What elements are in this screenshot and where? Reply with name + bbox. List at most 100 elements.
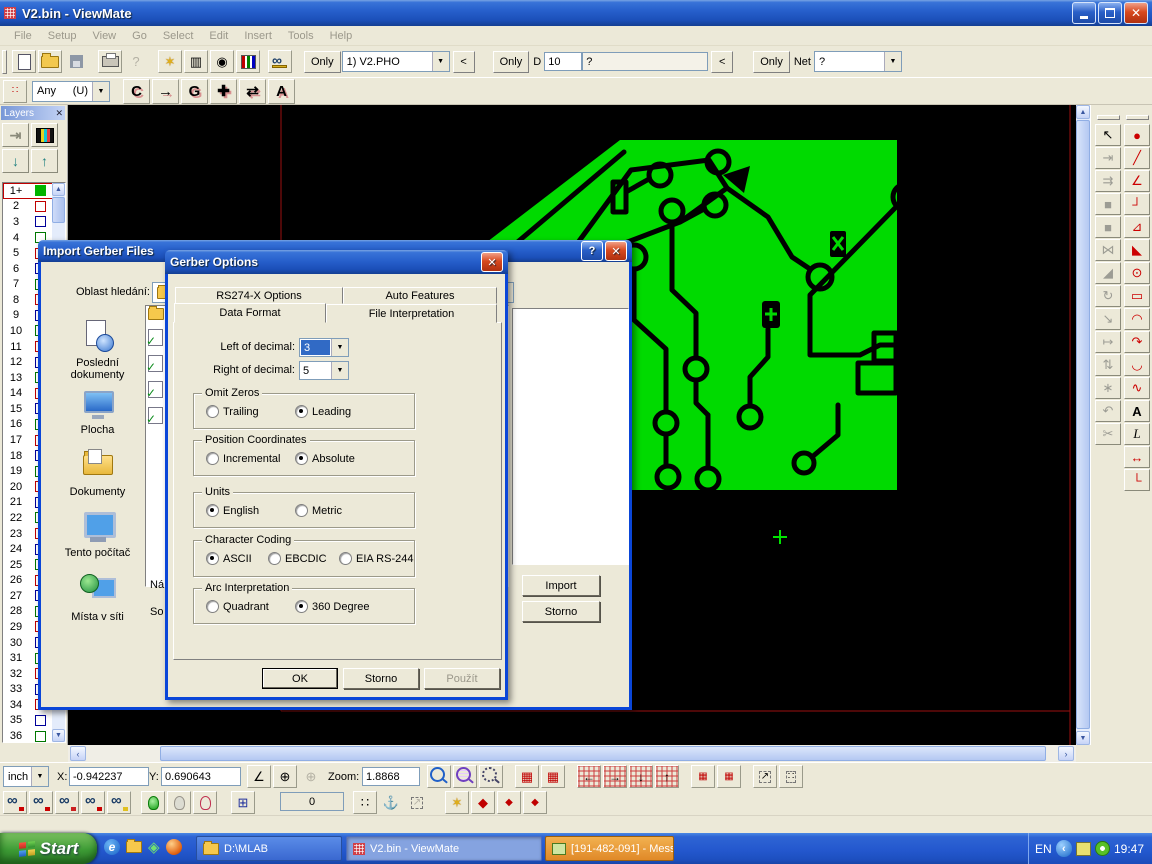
- context-help-icon[interactable]: ?: [124, 50, 148, 73]
- flash-highlight-icon[interactable]: ✶: [445, 791, 469, 814]
- move-point-tool[interactable]: ⇥: [1095, 147, 1121, 169]
- zoom-grid-icon[interactable]: [453, 765, 477, 788]
- view-pads-icon[interactable]: [55, 791, 79, 814]
- layer-combo[interactable]: 1) V2.PHO▼: [342, 51, 450, 72]
- view-lines-icon[interactable]: [29, 791, 53, 814]
- window-zoom-icon[interactable]: ↗: [753, 765, 777, 788]
- scroll-down-icon[interactable]: ▼: [1076, 731, 1090, 745]
- select-gerber-button[interactable]: G: [181, 79, 208, 104]
- pad-select-icon[interactable]: ◆: [523, 791, 547, 814]
- select-circle-button[interactable]: C: [123, 79, 150, 104]
- layer-color-swatch[interactable]: [35, 185, 46, 196]
- block-fill-tool[interactable]: ■: [1095, 193, 1121, 215]
- skew-tool[interactable]: ◢: [1095, 262, 1121, 284]
- settings-tool[interactable]: ∗: [1095, 377, 1121, 399]
- tab-rs274x-options[interactable]: RS274-X Options: [175, 287, 343, 304]
- scroll-left-icon[interactable]: ‹: [70, 746, 86, 761]
- layer-color-swatch[interactable]: [35, 715, 46, 726]
- import-cancel-button[interactable]: Storno: [522, 601, 600, 622]
- dock-layer-icon[interactable]: ⇥: [2, 123, 29, 147]
- spline-tool[interactable]: ∿: [1124, 377, 1150, 399]
- layers-panel-header[interactable]: Layers ✕: [1, 106, 65, 120]
- pad-medium-icon[interactable]: ◆: [497, 791, 521, 814]
- apply-button[interactable]: Použít: [424, 668, 500, 689]
- pan-down-icon[interactable]: ↓: [629, 765, 653, 788]
- menu-select[interactable]: Select: [155, 28, 202, 44]
- dcode-query-field[interactable]: ?: [582, 52, 708, 71]
- minimize-button[interactable]: [1072, 2, 1096, 24]
- radio-leading[interactable]: [295, 405, 308, 418]
- chevron-down-icon[interactable]: ▼: [92, 82, 109, 101]
- save-file-icon[interactable]: [64, 50, 88, 73]
- radio-quadrant[interactable]: [206, 600, 219, 613]
- highlight-outline-icon[interactable]: [193, 791, 217, 814]
- pad-filter-icon[interactable]: ∷: [3, 80, 27, 103]
- selected-files-list[interactable]: [512, 308, 629, 565]
- aperture-list-icon[interactable]: ▥: [184, 50, 208, 73]
- pad-large-icon[interactable]: ◆: [471, 791, 495, 814]
- close-icon[interactable]: ✕: [55, 108, 63, 119]
- cut-tool[interactable]: ✂: [1095, 423, 1121, 445]
- left-of-decimal-combo[interactable]: 3▼: [299, 338, 349, 357]
- arc-tool[interactable]: ◡: [1124, 354, 1150, 376]
- stretch-icon[interactable]: ↗: [405, 791, 429, 814]
- dimension-tool[interactable]: ↔: [1124, 446, 1150, 468]
- protractor-icon[interactable]: ∠: [247, 765, 271, 788]
- scroll-up-icon[interactable]: ▲: [52, 183, 65, 196]
- tab-data-format[interactable]: Data Format: [174, 303, 326, 323]
- select-draw-button[interactable]: →: [152, 79, 179, 104]
- menu-file[interactable]: File: [6, 28, 40, 44]
- import-close-button[interactable]: ✕: [605, 241, 627, 261]
- grid-page-icon[interactable]: ▦: [717, 765, 741, 788]
- gerber-options-close-button[interactable]: ✕: [481, 252, 503, 272]
- radio-metric[interactable]: [295, 504, 308, 517]
- radio-absolute[interactable]: [295, 452, 308, 465]
- toolbar-grip[interactable]: [2, 50, 7, 74]
- circle-tool[interactable]: ⊙: [1124, 262, 1150, 284]
- net-combo[interactable]: ?▼: [814, 51, 902, 72]
- vertical-scrollbar[interactable]: ▲ ▼: [1076, 105, 1090, 745]
- menu-edit[interactable]: Edit: [201, 28, 236, 44]
- zoom-in-icon[interactable]: [427, 765, 451, 788]
- new-file-icon[interactable]: [12, 50, 36, 73]
- anchor-icon[interactable]: ⚓: [379, 791, 403, 814]
- zoom-window-icon[interactable]: [479, 765, 503, 788]
- ok-button[interactable]: OK: [262, 668, 338, 689]
- chevron-down-icon[interactable]: ▼: [884, 52, 901, 71]
- folder-icon[interactable]: [148, 308, 164, 320]
- palette-grip[interactable]: [1126, 115, 1149, 120]
- move-block-tool[interactable]: ↦: [1095, 331, 1121, 353]
- place-tento-po-ta-[interactable]: Tento počítač: [50, 508, 145, 559]
- media-icon[interactable]: ◈: [148, 838, 160, 856]
- polyline-tool[interactable]: ∠: [1124, 170, 1150, 192]
- place-posledn-dokumenty[interactable]: Poslední dokumenty: [50, 318, 145, 381]
- layer-up-icon[interactable]: ↑: [31, 149, 58, 173]
- radio-english[interactable]: [206, 504, 219, 517]
- curve-tool[interactable]: ↷: [1124, 331, 1150, 353]
- horizontal-scrollbar[interactable]: ‹ ›: [68, 745, 1076, 762]
- highlight-on-icon[interactable]: [141, 791, 165, 814]
- origin-icon[interactable]: ⊕: [273, 765, 297, 788]
- scroll-up-icon[interactable]: ▲: [1076, 105, 1090, 119]
- view-sketch-icon[interactable]: [107, 791, 131, 814]
- gerber-file-icon[interactable]: [148, 407, 163, 424]
- gerber-file-icon[interactable]: [148, 355, 163, 372]
- radio-eia-rs244[interactable]: [339, 552, 352, 565]
- dialog-help-button[interactable]: ?: [581, 241, 603, 261]
- radio-ebcdic[interactable]: [268, 552, 281, 565]
- open-file-icon[interactable]: [38, 50, 62, 73]
- menu-insert[interactable]: Insert: [236, 28, 280, 44]
- triangle-tool[interactable]: ◣: [1124, 239, 1150, 261]
- layer-color-swatch[interactable]: [35, 216, 46, 227]
- place-plocha[interactable]: Plocha: [50, 385, 145, 436]
- rectangle-tool[interactable]: ▭: [1124, 285, 1150, 307]
- align-tool[interactable]: ⇅: [1095, 354, 1121, 376]
- horizontal-scroll-thumb[interactable]: [160, 746, 1046, 761]
- icq-tray-icon[interactable]: [1095, 841, 1110, 856]
- close-button[interactable]: ✕: [1124, 2, 1148, 24]
- film-settings-icon[interactable]: ✶: [158, 50, 182, 73]
- cancel-button[interactable]: Storno: [343, 668, 419, 689]
- prev-dcode-button[interactable]: <: [711, 51, 733, 73]
- scroll-right-icon[interactable]: ›: [1058, 746, 1074, 761]
- only-dcode-button[interactable]: Only: [493, 51, 530, 73]
